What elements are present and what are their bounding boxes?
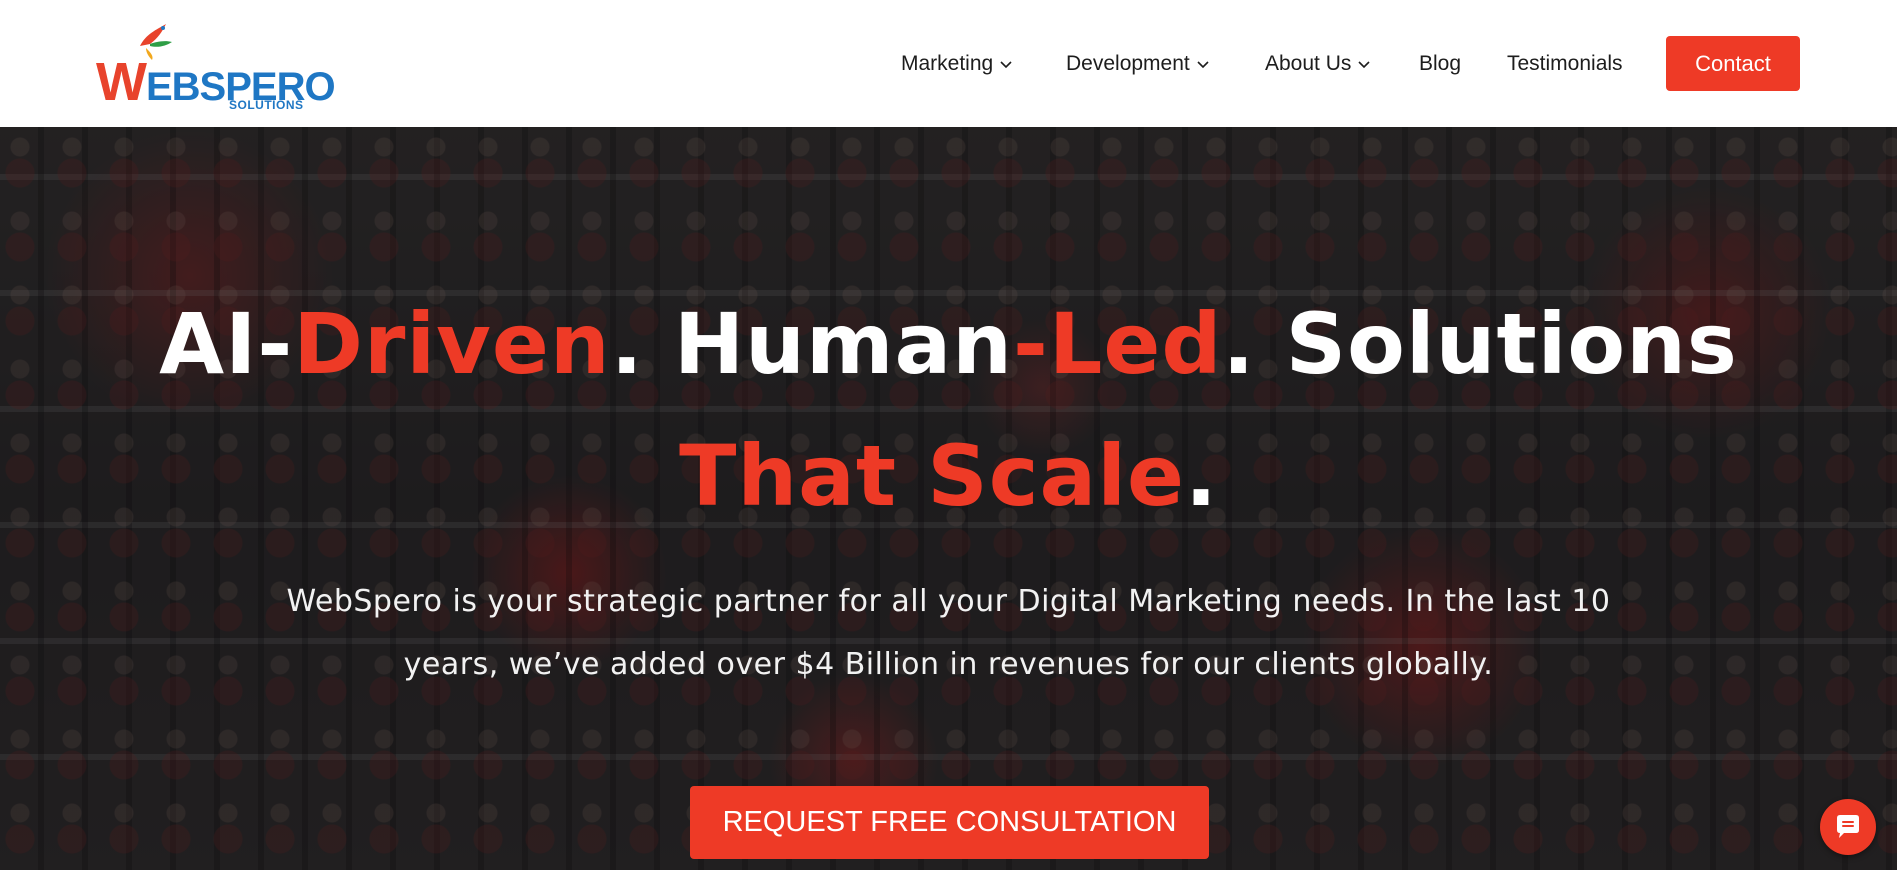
hero-subtext-line1: WebSpero is your strategic partner for a… bbox=[286, 584, 1611, 619]
request-consultation-button[interactable]: REQUEST FREE CONSULTATION bbox=[690, 786, 1209, 859]
chat-bubble-icon bbox=[1837, 815, 1859, 838]
nav-item-label: Marketing bbox=[901, 52, 994, 75]
headline-text: AI- bbox=[159, 295, 294, 393]
logo-letter-w: W bbox=[96, 52, 147, 112]
contact-button[interactable]: Contact bbox=[1666, 36, 1800, 91]
headline-highlight: -Led bbox=[1012, 295, 1223, 393]
headline-highlight: That Scale bbox=[679, 427, 1185, 525]
nav-item-development[interactable]: Development bbox=[1066, 46, 1210, 82]
headline-text: . Human bbox=[610, 295, 1013, 393]
nav-item-about-us[interactable]: About Us bbox=[1265, 46, 1371, 82]
nav-item-marketing[interactable]: Marketing bbox=[901, 46, 1013, 82]
nav-item-label: Testimonials bbox=[1507, 52, 1623, 75]
chevron-down-icon bbox=[1000, 61, 1012, 69]
headline-highlight: Driven bbox=[293, 295, 611, 393]
chevron-down-icon bbox=[1197, 61, 1209, 69]
hero-headline-line2: That Scale. bbox=[0, 410, 1897, 542]
logo-subtitle: SOLUTIONS bbox=[229, 98, 304, 112]
chevron-down-icon bbox=[1358, 61, 1370, 69]
nav-item-label: About Us bbox=[1265, 52, 1352, 75]
nav-item-testimonials[interactable]: Testimonials bbox=[1507, 46, 1623, 82]
nav-item-label: Development bbox=[1066, 52, 1190, 75]
webspero-logo[interactable]: WEBSPERO SOLUTIONS bbox=[96, 16, 336, 116]
hero-subtext-line2: years, we’ve added over $4 Billion in re… bbox=[403, 647, 1494, 682]
site-header: WEBSPERO SOLUTIONS Marketing Development… bbox=[0, 0, 1897, 127]
chat-widget-button[interactable] bbox=[1820, 799, 1876, 855]
headline-text: . Solutions bbox=[1222, 295, 1738, 393]
hero-headline-line1: AI-Driven. Human-Led. Solutions bbox=[0, 278, 1897, 410]
headline-text: . bbox=[1185, 427, 1218, 525]
nav-item-blog[interactable]: Blog bbox=[1419, 46, 1461, 82]
nav-item-label: Blog bbox=[1419, 52, 1462, 75]
